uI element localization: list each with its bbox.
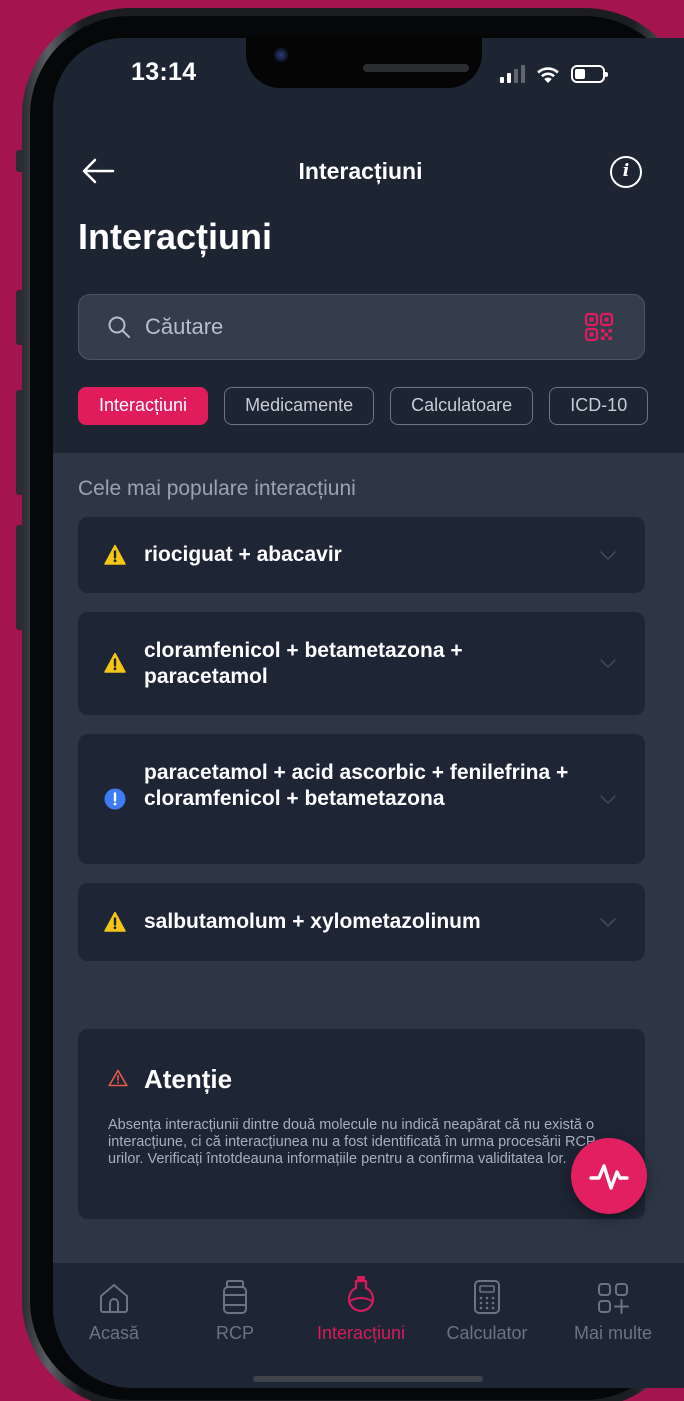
info-icon[interactable]: i bbox=[610, 156, 642, 188]
search-bar[interactable] bbox=[78, 294, 645, 360]
interactions-section: Cele mai populare interacțiuni riociguat… bbox=[53, 453, 684, 1263]
tab-label: Calculator bbox=[446, 1323, 528, 1343]
search-input[interactable] bbox=[145, 310, 545, 344]
attention-notice: Atenție Absența interacțiunii dintre dou… bbox=[78, 1029, 645, 1219]
calculator-icon bbox=[474, 1280, 500, 1314]
wifi-icon bbox=[537, 67, 559, 83]
warning-icon bbox=[104, 652, 126, 673]
interaction-card[interactable]: paracetamol + acid ascorbic + fenilefrin… bbox=[78, 734, 645, 864]
qr-code-icon[interactable] bbox=[584, 312, 614, 342]
tab-rcp[interactable]: RCP bbox=[172, 1279, 298, 1344]
interaction-title: paracetamol + acid ascorbic + fenilefrin… bbox=[144, 761, 569, 810]
notice-title: Atenție bbox=[144, 1064, 233, 1094]
chip-interactiuni[interactable]: Interacțiuni bbox=[78, 387, 209, 425]
interaction-title: cloramfenicol + betametazona + paracetam… bbox=[144, 639, 463, 688]
chevron-down-icon bbox=[600, 551, 616, 560]
tab-mai-multe[interactable]: Mai multe bbox=[550, 1279, 676, 1344]
home-icon bbox=[100, 1284, 128, 1313]
chip-calculatoare[interactable]: Calculatoare bbox=[390, 387, 534, 425]
notch bbox=[246, 38, 482, 88]
speaker-grille bbox=[363, 64, 469, 72]
page-title: Interacțiuni bbox=[78, 216, 273, 257]
status-icons bbox=[500, 64, 608, 84]
warning-icon bbox=[104, 544, 126, 565]
interaction-card[interactable]: salbutamolum + xylometazolinum bbox=[78, 883, 645, 961]
tab-interactiuni[interactable]: Interacțiuni bbox=[298, 1276, 424, 1344]
tab-acasa[interactable]: Acasă bbox=[53, 1279, 177, 1344]
chevron-down-icon bbox=[600, 918, 616, 927]
tab-label: Acasă bbox=[88, 1323, 140, 1343]
chevron-down-icon bbox=[600, 795, 616, 804]
status-time: 13:14 bbox=[131, 58, 197, 86]
tab-label: Mai multe bbox=[573, 1323, 653, 1343]
interaction-title: riociguat + abacavir bbox=[144, 543, 342, 566]
section-label: Cele mai populare interacțiuni bbox=[78, 477, 356, 500]
interaction-card[interactable]: cloramfenicol + betametazona + paracetam… bbox=[78, 612, 645, 715]
signal-icon bbox=[500, 65, 525, 83]
chip-icd-10[interactable]: ICD-10 bbox=[549, 387, 649, 425]
pulse-fab-button[interactable] bbox=[571, 1138, 647, 1214]
warning-icon bbox=[104, 911, 126, 932]
app-screen: 13:14 Interacțiuni i Interacțiuni Căutar… bbox=[53, 38, 684, 1388]
tab-label: RCP bbox=[215, 1323, 254, 1343]
bottom-tab-bar: Acasă RCP Interacțiuni Calculator Mai mu… bbox=[53, 1263, 684, 1388]
chip-medicamente[interactable]: Medicamente bbox=[224, 387, 375, 425]
pill-bottle-icon bbox=[223, 1280, 247, 1314]
warning-outline-icon bbox=[108, 1069, 128, 1087]
chevron-down-icon bbox=[600, 659, 616, 668]
info-circle-icon bbox=[104, 788, 126, 810]
notice-body: Absența interacțiunii dintre două molecu… bbox=[108, 1117, 601, 1167]
nav-title: Interacțiuni bbox=[298, 158, 423, 184]
search-icon bbox=[108, 316, 130, 338]
camera bbox=[274, 48, 288, 62]
flask-icon bbox=[347, 1276, 375, 1312]
home-indicator[interactable] bbox=[253, 1376, 483, 1382]
interaction-card[interactable]: riociguat + abacavir bbox=[78, 517, 645, 593]
grid-plus-icon bbox=[598, 1283, 629, 1314]
filter-chips: Interacțiuni Medicamente Calculatoare IC… bbox=[78, 387, 649, 425]
interaction-title: salbutamolum + xylometazolinum bbox=[144, 910, 481, 933]
battery-icon bbox=[571, 65, 608, 83]
activity-pulse-icon bbox=[589, 1164, 629, 1190]
tab-calculator[interactable]: Calculator bbox=[424, 1279, 550, 1344]
tab-label: Interacțiuni bbox=[316, 1323, 406, 1343]
